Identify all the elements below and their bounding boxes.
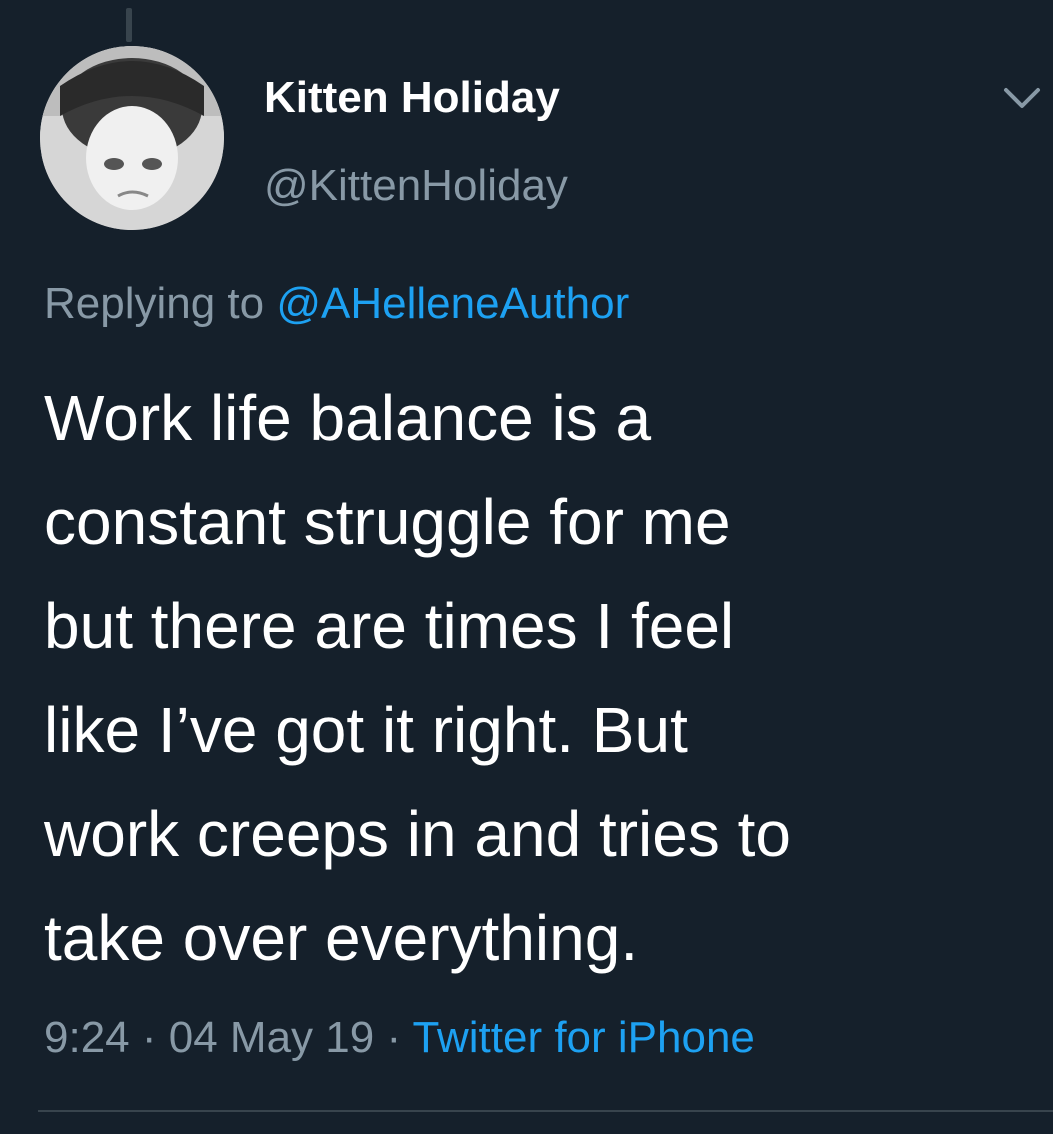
tweet-time[interactable]: 9:24 (44, 1013, 130, 1062)
tweet-source-link[interactable]: Twitter for iPhone (413, 1013, 755, 1062)
divider (38, 1110, 1053, 1112)
avatar[interactable] (40, 46, 224, 230)
thread-connector-line (126, 8, 132, 42)
author-handle[interactable]: @KittenHoliday (264, 160, 568, 212)
author-display-name[interactable]: Kitten Holiday (264, 72, 560, 124)
chevron-down-icon[interactable] (996, 76, 1048, 120)
meta-separator: · (374, 1013, 413, 1062)
profile-photo (40, 46, 224, 230)
replying-to-label: Replying to (44, 279, 277, 328)
tweet-text: Work life balance is a constant struggle… (44, 382, 791, 974)
reply-mention-link[interactable]: @AHelleneAuthor (276, 279, 629, 328)
tweet-date[interactable]: 04 May 19 (169, 1013, 374, 1062)
tweet-meta: 9:24 · 04 May 19 · Twitter for iPhone (44, 1010, 755, 1066)
meta-separator: · (129, 1013, 169, 1062)
replying-to-line: Replying to @AHelleneAuthor (44, 278, 629, 330)
